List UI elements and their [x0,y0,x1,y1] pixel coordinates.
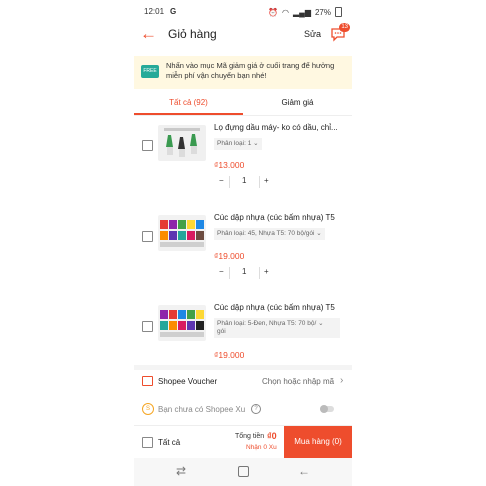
battery-icon [335,7,342,17]
xu-toggle[interactable] [320,405,334,413]
checkout-bar: Tất cả Tổng tiền ₫0 Nhận 0 Xu Mua hàng (… [134,425,352,458]
select-all-label[interactable]: Tất cả [158,438,180,447]
signal-icon: ▂▄▆ [293,7,311,17]
checkout-button[interactable]: Mua hàng (0) [284,426,352,458]
cart-item: Lọ đựng dầu máy- ko có dầu, chỉ... Phân … [134,118,352,204]
quantity-stepper: − 1 + [214,176,274,188]
recent-apps-icon[interactable]: ⇄ [176,464,186,478]
product-price: ₫19.000 [214,350,245,360]
product-image[interactable] [158,125,206,161]
product-image[interactable] [158,215,206,251]
toggle-knob [320,405,328,413]
home-icon[interactable] [238,466,249,477]
back-nav-icon[interactable]: ← [298,464,310,478]
free-shipping-truck-icon: FREE [141,65,159,78]
coin-icon: S [142,403,154,415]
variant-label: Phân loại: 1 [217,140,252,147]
variant-selector[interactable]: Phân loại: 5-Đen, Nhựa T5: 70 bộ/ ⌄ gói [214,318,340,338]
status-bar: 12:01 G ⏰ ◠ ▂▄▆ 27% [134,0,352,22]
variant-label: Phân loại: 45, Nhựa T5: 70 bộ/gói [217,230,315,237]
chevron-down-icon: ⌄ [253,140,259,147]
phone-screen: 12:01 G ⏰ ◠ ▂▄▆ 27% ← Giỏ hàng Sửa 13 FR… [134,0,352,486]
increase-button[interactable]: + [264,176,269,185]
alarm-icon: ⏰ [268,7,279,17]
variant-label-line1: Phân loại: 5-Đen, Nhựa T5: 70 bộ/ [217,320,317,327]
item-checkbox[interactable] [142,231,153,242]
item-checkbox[interactable] [142,140,153,151]
product-price: ₫19.000 [214,251,245,261]
tab-discount[interactable]: Giảm giá [243,98,352,107]
increase-button[interactable]: + [264,267,269,276]
variant-selector[interactable]: Phân loại: 45, Nhựa T5: 70 bộ/gói ⌄ [214,228,325,240]
shopee-xu-row: S Bạn chưa có Shopee Xu ? [134,399,352,421]
product-name[interactable]: Cúc dập nhựa (cúc bấm nhựa) T5 [214,213,346,222]
stepper-divider [229,176,230,188]
stepper-divider [259,267,260,279]
stepper-divider [229,267,230,279]
cart-item: Cúc dập nhựa (cúc bấm nhựa) T5 Phân loại… [134,208,352,294]
help-icon[interactable]: ? [251,404,261,414]
voucher-action: Chọn hoặc nhập mã [262,377,335,386]
wifi-icon: ◠ [282,7,289,17]
item-checkbox[interactable] [142,321,153,332]
back-arrow-icon[interactable]: ← [140,24,157,44]
product-image[interactable] [158,305,206,341]
chevron-down-icon: ⌄ [318,320,324,327]
coins-earned: Nhận 0 Xu [246,444,277,451]
product-name[interactable]: Cúc dập nhựa (cúc bấm nhựa) T5 [214,303,346,312]
app-header: ← Giỏ hàng Sửa 13 [134,22,352,50]
banner-text: Nhấn vào mục Mã giảm giá ở cuối trang để… [166,61,335,80]
xu-label: Bạn chưa có Shopee Xu [158,405,246,414]
total-value: ₫0 [267,431,277,441]
total-label: Tổng tiền [235,433,265,440]
cart-tabs: Tất cả (92) Giảm giá [134,93,352,115]
google-icon: G [170,7,177,16]
chevron-down-icon: ⌄ [316,230,322,237]
voucher-row[interactable]: Shopee Voucher Chọn hoặc nhập mã › [134,371,352,393]
chat-button[interactable]: 13 [330,23,350,42]
voucher-label: Shopee Voucher [158,377,218,386]
battery-percent: 27% [314,7,331,17]
chat-badge: 13 [339,23,350,32]
quantity-value[interactable]: 1 [242,176,246,185]
quantity-stepper: − 1 + [214,267,274,279]
variant-selector[interactable]: Phân loại: 1 ⌄ [214,138,262,150]
product-price: ₫13.000 [214,160,245,170]
decrease-button[interactable]: − [219,267,224,276]
decrease-button[interactable]: − [219,176,224,185]
variant-label-line2: gói [217,328,226,335]
page-title: Giỏ hàng [168,27,217,41]
chevron-right-icon: › [340,375,344,386]
product-name[interactable]: Lọ đựng dầu máy- ko có dầu, chỉ... [214,123,346,132]
free-shipping-banner[interactable]: FREE Nhấn vào mục Mã giảm giá ở cuối tra… [134,56,352,89]
tabs-divider [134,115,352,116]
tab-all[interactable]: Tất cả (92) [134,98,243,107]
status-time: 12:01 [144,7,165,16]
android-nav-bar: ⇄ ← [134,458,352,486]
edit-button[interactable]: Sửa [304,29,321,39]
stepper-divider [259,176,260,188]
section-divider [134,365,352,370]
quantity-value[interactable]: 1 [242,267,246,276]
voucher-icon [142,376,153,386]
select-all-checkbox[interactable] [142,437,153,448]
